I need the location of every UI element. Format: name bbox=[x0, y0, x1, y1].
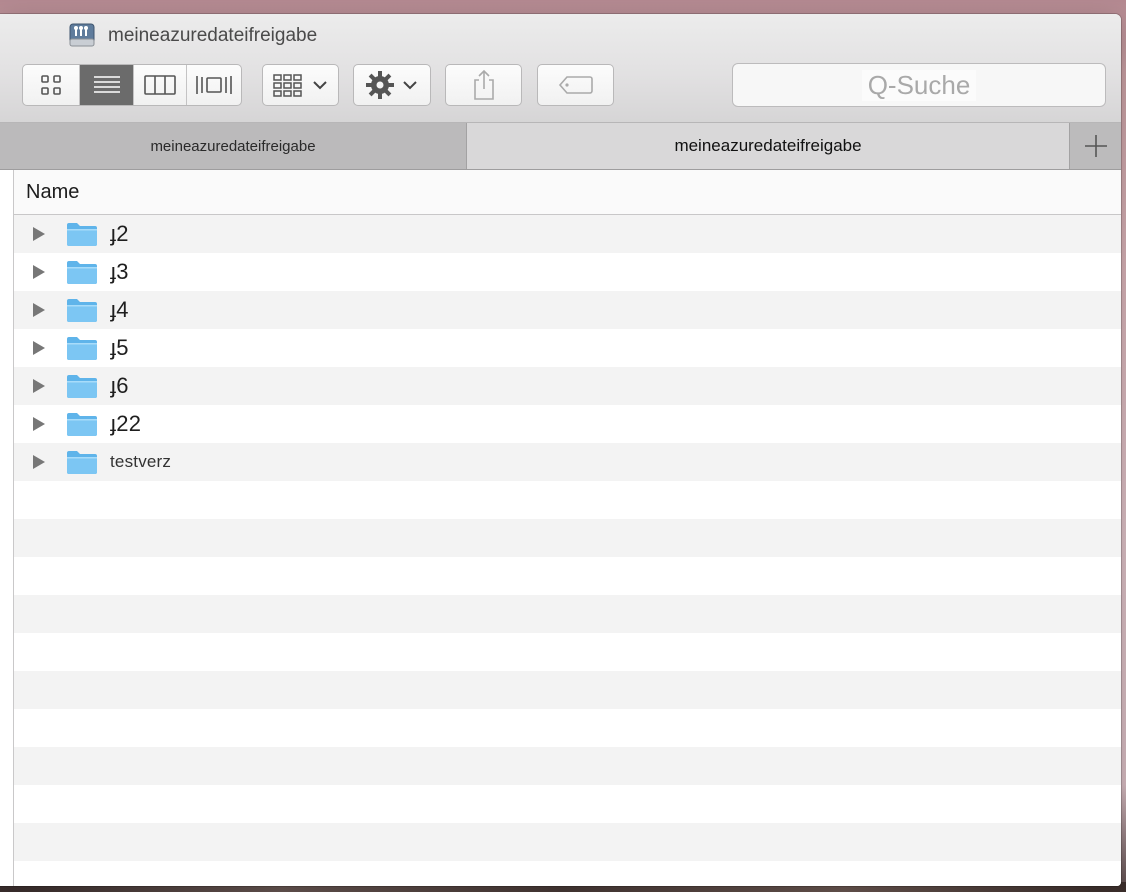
list-view-button[interactable] bbox=[80, 65, 135, 105]
file-name: ɟ4 bbox=[110, 297, 129, 322]
tag-button[interactable] bbox=[537, 64, 614, 106]
gear-icon bbox=[366, 71, 394, 99]
empty-row bbox=[14, 671, 1121, 709]
share-icon bbox=[473, 69, 494, 100]
chevron-down-icon bbox=[312, 81, 327, 90]
view-mode-segmented-control bbox=[22, 64, 242, 106]
column-header-name[interactable]: Name bbox=[14, 170, 1121, 215]
disclosure-triangle-icon[interactable] bbox=[30, 225, 48, 243]
empty-row bbox=[14, 823, 1121, 861]
file-name: ɟ2 bbox=[110, 221, 129, 246]
column-header-label: Name bbox=[26, 180, 80, 203]
icon-view-button[interactable] bbox=[23, 65, 81, 105]
action-button[interactable] bbox=[353, 64, 431, 106]
list-item[interactable]: ɟ4 bbox=[14, 291, 1121, 329]
list-item[interactable]: ɟ22 bbox=[14, 405, 1121, 443]
disclosure-triangle-icon[interactable] bbox=[30, 415, 48, 433]
empty-row bbox=[14, 595, 1121, 633]
tab-inactive[interactable]: meineazuredateifreigabe bbox=[0, 123, 467, 169]
finder-window: meineazuredateifreigabe Q-Suche meineazu… bbox=[0, 14, 1121, 886]
search-field[interactable]: Q-Suche bbox=[732, 63, 1106, 107]
folder-icon bbox=[66, 373, 98, 399]
disclosure-triangle-icon[interactable] bbox=[30, 453, 48, 471]
empty-row bbox=[14, 519, 1121, 557]
chevron-down-icon bbox=[403, 81, 417, 90]
file-list: Name ɟ2 ɟ3 ɟ4 ɟ5 ɟ6 ɟ22 testverz bbox=[13, 170, 1121, 886]
window-title: meineazuredateifreigabe bbox=[108, 25, 318, 46]
list-item[interactable]: ɟ3 bbox=[14, 253, 1121, 291]
list-item[interactable]: ɟ5 bbox=[14, 329, 1121, 367]
tab-bar: meineazuredateifreigabe meineazuredateif… bbox=[0, 123, 1121, 170]
file-name: ɟ3 bbox=[110, 259, 129, 284]
toolbar: meineazuredateifreigabe Q-Suche bbox=[0, 14, 1121, 123]
disclosure-triangle-icon[interactable] bbox=[30, 339, 48, 357]
coverflow-view-icon bbox=[196, 76, 232, 94]
plus-icon bbox=[1084, 135, 1107, 157]
disclosure-triangle-icon[interactable] bbox=[30, 301, 48, 319]
network-drive-icon bbox=[68, 22, 96, 50]
share-button[interactable] bbox=[445, 64, 522, 106]
tab-active[interactable]: meineazuredateifreigabe bbox=[467, 123, 1069, 169]
disclosure-triangle-icon[interactable] bbox=[30, 263, 48, 281]
tag-icon bbox=[558, 76, 593, 94]
folder-icon bbox=[66, 297, 98, 323]
column-view-icon bbox=[144, 75, 176, 95]
empty-row bbox=[14, 481, 1121, 519]
empty-row bbox=[14, 709, 1121, 747]
empty-row bbox=[14, 785, 1121, 823]
folder-icon bbox=[66, 335, 98, 361]
file-name: ɟ5 bbox=[110, 335, 129, 360]
file-name: testverz bbox=[110, 452, 172, 471]
coverflow-view-button[interactable] bbox=[187, 65, 241, 105]
column-view-button[interactable] bbox=[134, 65, 187, 105]
title-bar: meineazuredateifreigabe bbox=[68, 21, 317, 51]
group-icon bbox=[272, 74, 302, 97]
empty-row bbox=[14, 633, 1121, 671]
empty-row bbox=[14, 557, 1121, 595]
folder-icon bbox=[66, 221, 98, 247]
list-item[interactable]: testverz bbox=[14, 443, 1121, 481]
folder-icon bbox=[66, 449, 98, 475]
file-rows: ɟ2 ɟ3 ɟ4 ɟ5 ɟ6 ɟ22 testverz bbox=[14, 215, 1121, 861]
file-name: ɟ6 bbox=[110, 373, 129, 398]
list-view-icon bbox=[93, 76, 120, 93]
search-placeholder: Q-Suche bbox=[861, 69, 977, 101]
list-item[interactable]: ɟ2 bbox=[14, 215, 1121, 253]
icon-view-icon bbox=[41, 75, 61, 95]
folder-icon bbox=[66, 259, 98, 285]
group-by-button[interactable] bbox=[262, 64, 339, 106]
folder-icon bbox=[66, 411, 98, 437]
new-tab-button[interactable] bbox=[1069, 123, 1121, 169]
list-item[interactable]: ɟ6 bbox=[14, 367, 1121, 405]
disclosure-triangle-icon[interactable] bbox=[30, 377, 48, 395]
file-name: ɟ22 bbox=[110, 411, 142, 436]
empty-row bbox=[14, 747, 1121, 785]
